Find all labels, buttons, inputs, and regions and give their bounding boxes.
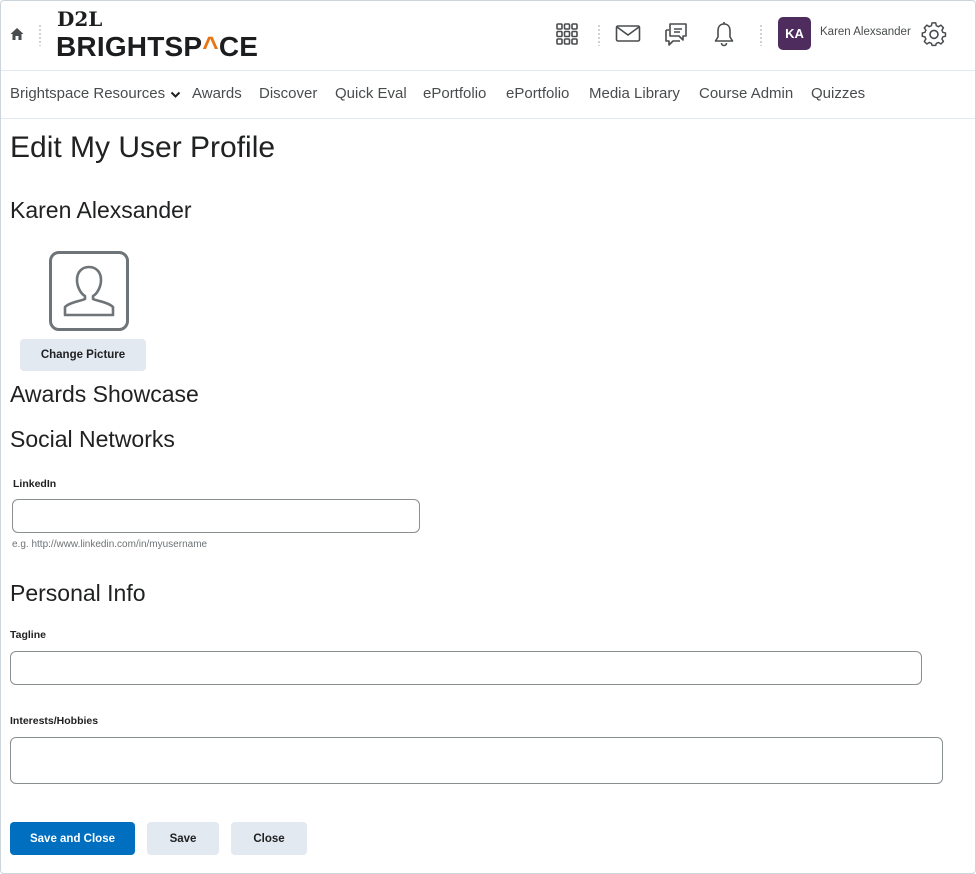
save-and-close-button[interactable]: Save and Close bbox=[10, 822, 135, 855]
top-header: D2L BRIGHTSP^CE KA Karen Alexsander bbox=[1, 1, 975, 71]
linkedin-input[interactable] bbox=[12, 499, 420, 533]
nav-discover[interactable]: Discover bbox=[259, 85, 317, 102]
d2l-logo-text: D2L bbox=[57, 7, 103, 31]
nav-course-admin[interactable]: Course Admin bbox=[699, 85, 793, 102]
awards-showcase-heading: Awards Showcase bbox=[10, 381, 199, 407]
user-full-name: Karen Alexsander bbox=[10, 197, 192, 223]
nav-quick-eval[interactable]: Quick Eval bbox=[335, 85, 407, 102]
header-divider bbox=[598, 24, 600, 46]
page-title: Edit My User Profile bbox=[10, 131, 276, 164]
linkedin-helper-text: e.g. http://www.linkedin.com/in/myuserna… bbox=[12, 539, 208, 550]
nav-brightspace-resources[interactable]: Brightspace Resources bbox=[10, 85, 181, 103]
app-window: D2L BRIGHTSP^CE KA Karen Alexsander Brig… bbox=[0, 0, 976, 874]
avatar[interactable]: KA bbox=[778, 17, 811, 50]
nav-quizzes[interactable]: Quizzes bbox=[811, 85, 865, 102]
save-button[interactable]: Save bbox=[147, 822, 219, 855]
tagline-input[interactable] bbox=[10, 651, 922, 685]
change-picture-button[interactable]: Change Picture bbox=[20, 339, 146, 371]
interests-label: Interests/Hobbies bbox=[10, 715, 99, 727]
personal-info-heading: Personal Info bbox=[10, 580, 146, 606]
close-button[interactable]: Close bbox=[231, 822, 307, 855]
profile-picture bbox=[49, 251, 129, 331]
gear-icon[interactable] bbox=[920, 20, 948, 48]
bell-icon[interactable] bbox=[710, 20, 738, 48]
chevron-down-icon bbox=[170, 86, 181, 103]
waffle-grid-icon[interactable] bbox=[553, 20, 581, 48]
nav-eportfolio[interactable]: ePortfolio bbox=[423, 85, 486, 102]
home-icon[interactable] bbox=[9, 26, 25, 42]
chat-icon[interactable] bbox=[662, 20, 690, 48]
interests-textarea[interactable] bbox=[10, 737, 943, 784]
linkedin-label: LinkedIn bbox=[13, 478, 57, 490]
course-navbar: Brightspace Resources Awards Discover Qu… bbox=[1, 71, 975, 119]
brightspace-logo-text: BRIGHTSP^CE bbox=[56, 31, 259, 62]
mail-icon[interactable] bbox=[614, 20, 642, 48]
tagline-label: Tagline bbox=[10, 629, 46, 641]
nav-media-library[interactable]: Media Library bbox=[589, 85, 680, 102]
nav-eportfolio-2[interactable]: ePortfolio bbox=[506, 85, 569, 102]
user-silhouette-icon bbox=[63, 265, 115, 317]
brightspace-logo[interactable]: D2L BRIGHTSP^CE bbox=[56, 7, 258, 63]
nav-awards[interactable]: Awards bbox=[192, 85, 242, 102]
header-divider bbox=[760, 24, 762, 46]
user-name[interactable]: Karen Alexsander bbox=[820, 26, 911, 38]
header-divider bbox=[39, 24, 41, 46]
social-networks-heading: Social Networks bbox=[10, 426, 175, 452]
